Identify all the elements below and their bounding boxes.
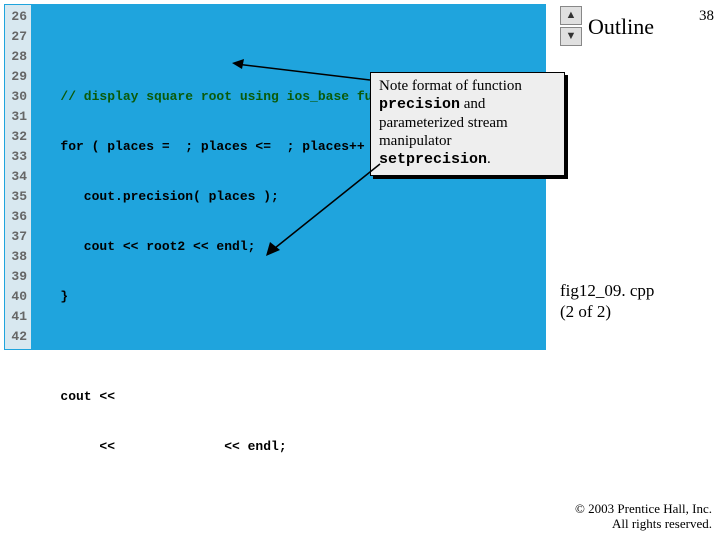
callout-code: setprecision	[379, 151, 487, 168]
line-number: 26	[5, 7, 31, 27]
line-number: 39	[5, 267, 31, 287]
code-line	[31, 337, 545, 357]
line-number: 27	[5, 27, 31, 47]
line-number: 31	[5, 107, 31, 127]
copyright-line1: © 2003 Prentice Hall, Inc.	[575, 501, 712, 517]
code-line	[31, 37, 545, 57]
nav-down-button[interactable]: ▼	[560, 27, 582, 46]
line-number: 40	[5, 287, 31, 307]
line-number: 30	[5, 87, 31, 107]
callout-text: Note format of function	[379, 78, 522, 94]
slide: 38 Outline ▲ ▼ fig12_09. cpp (2 of 2) © …	[0, 0, 720, 540]
line-number: 28	[5, 47, 31, 67]
line-number: 37	[5, 227, 31, 247]
file-caption: fig12_09. cpp (2 of 2)	[560, 280, 654, 323]
code-line: }	[31, 287, 545, 307]
line-number: 36	[5, 207, 31, 227]
code-pane: 26 27 28 29 30 31 32 33 34 35 36 37 38 3…	[4, 4, 546, 350]
line-number: 32	[5, 127, 31, 147]
line-number-gutter: 26 27 28 29 30 31 32 33 34 35 36 37 38 3…	[5, 5, 31, 349]
line-number: 42	[5, 327, 31, 347]
code-line: << << endl;	[31, 437, 545, 457]
nav-up-button[interactable]: ▲	[560, 6, 582, 25]
outline-heading: Outline	[588, 14, 654, 40]
code-line	[31, 487, 545, 507]
line-number: 29	[5, 67, 31, 87]
copyright-line2: All rights reserved.	[575, 516, 712, 532]
code-line: cout <<	[31, 387, 545, 407]
copyright: © 2003 Prentice Hall, Inc. All rights re…	[575, 501, 712, 532]
code-line: cout.precision( places );	[31, 187, 545, 207]
page-number: 38	[699, 8, 714, 25]
caption-line1: fig12_09. cpp	[560, 280, 654, 301]
caption-line2: (2 of 2)	[560, 301, 654, 322]
callout-text: .	[487, 151, 491, 167]
line-number: 41	[5, 307, 31, 327]
sidebar: 38 Outline ▲ ▼ fig12_09. cpp (2 of 2)	[550, 0, 720, 540]
code-line: cout << root2 << endl;	[31, 237, 545, 257]
line-number: 35	[5, 187, 31, 207]
line-number: 34	[5, 167, 31, 187]
line-number: 33	[5, 147, 31, 167]
callout-note: Note format of function precision and pa…	[370, 72, 565, 176]
line-number: 38	[5, 247, 31, 267]
callout-code: precision	[379, 96, 460, 113]
